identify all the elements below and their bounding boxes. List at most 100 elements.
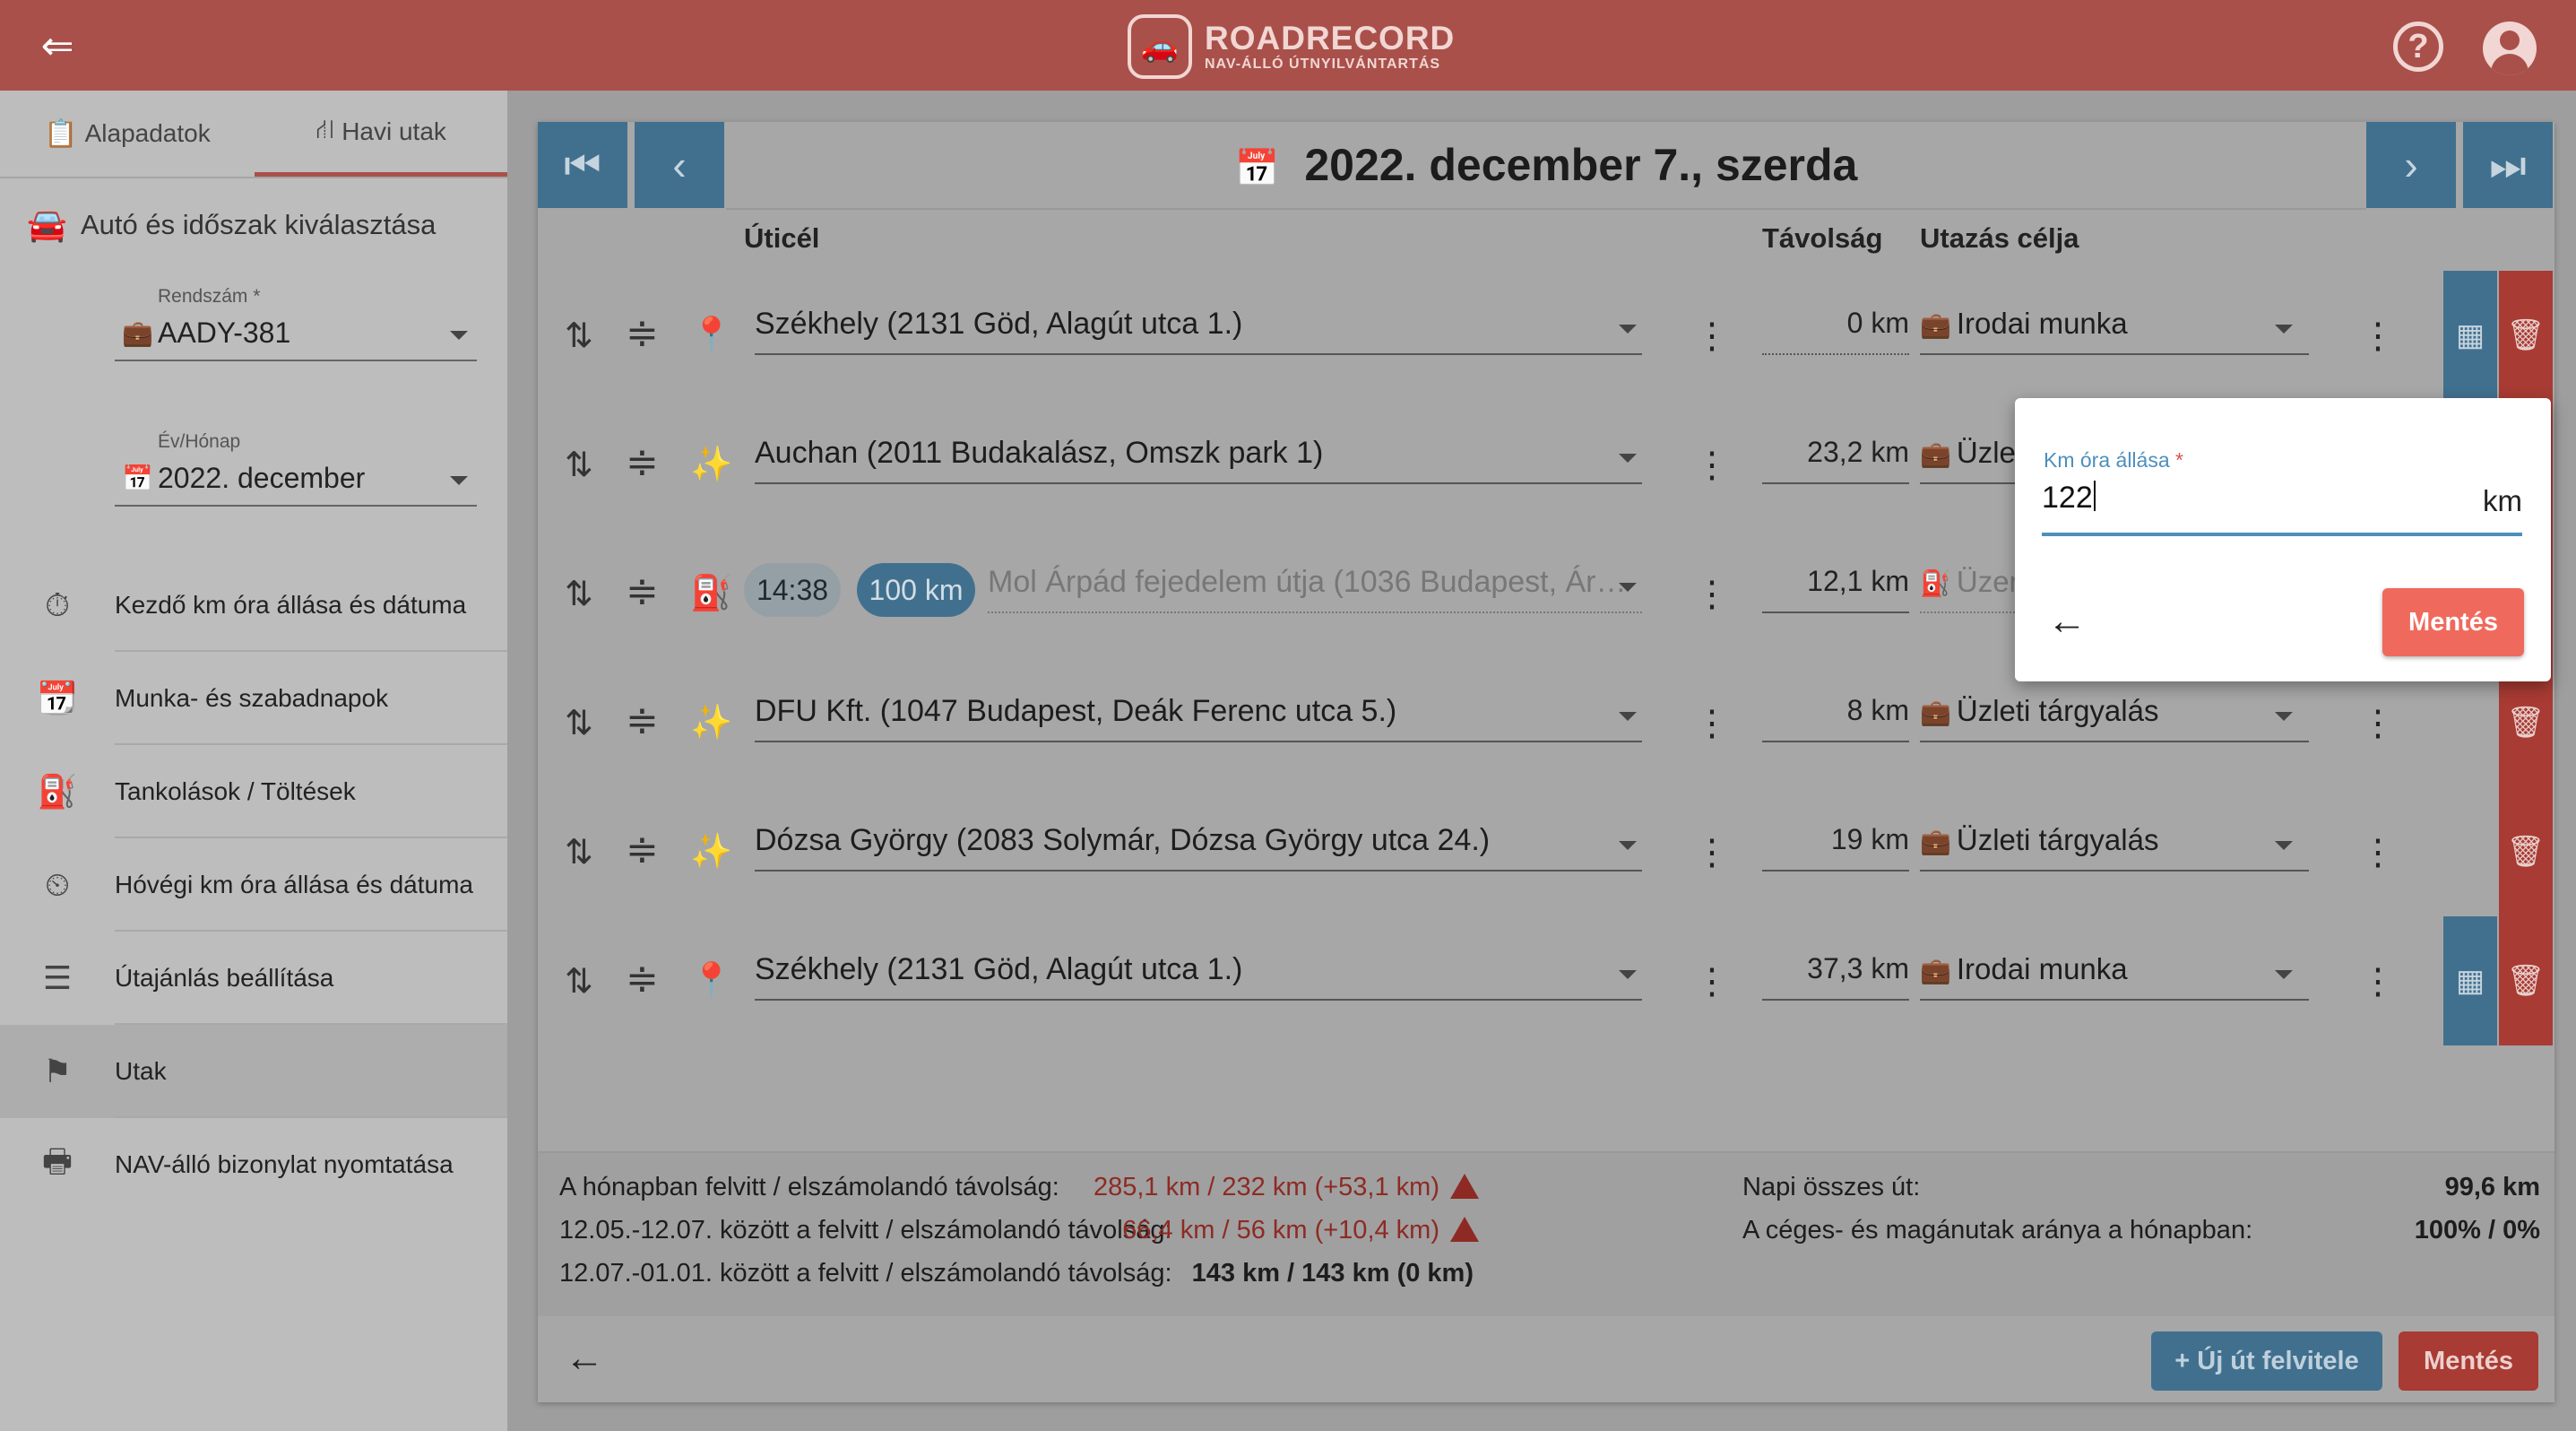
- more-icon[interactable]: ⋮: [2360, 832, 2396, 873]
- odometer-button[interactable]: ▦: [2443, 916, 2497, 1045]
- road-icon: ⛙: [316, 114, 335, 144]
- more-icon[interactable]: ⋮: [1694, 316, 1730, 357]
- back-arrow-icon[interactable]: ←: [2047, 599, 2087, 644]
- last-day-button[interactable]: ⏭: [2463, 122, 2553, 208]
- delete-button[interactable]: 🗑: [2499, 271, 2553, 400]
- sidebar-item-route-settings[interactable]: ☰ Útajánlás beállítása: [0, 932, 507, 1025]
- purpose-value: Üzleti tárgyalás: [1956, 694, 2159, 727]
- delete-button[interactable]: 🗑: [2499, 787, 2553, 916]
- required-mark: *: [2175, 448, 2183, 472]
- destination-select[interactable]: Székhely (2131 Göd, Alagút utca 1.): [755, 952, 1642, 1001]
- more-icon[interactable]: ⋮: [2360, 703, 2396, 744]
- destination-select[interactable]: Székhely (2131 Göd, Alagút utca 1.): [755, 307, 1642, 355]
- chevron-down-icon: [2275, 841, 2293, 850]
- date-header: 📅 2022. december 7., szerda: [726, 122, 2366, 210]
- odometer-input[interactable]: 122: [2042, 481, 2522, 536]
- sidebar-item-end-odometer[interactable]: ⏲ Hóvégi km óra állása és dátuma: [0, 838, 507, 932]
- split-icon[interactable]: ≑: [626, 827, 659, 872]
- sidebar-item-trips[interactable]: ⚑ Utak: [0, 1025, 507, 1118]
- refuel-km-chip[interactable]: 100 km: [857, 563, 975, 617]
- distance-field[interactable]: 37,3 km: [1762, 952, 1909, 1001]
- chevron-down-icon: [1619, 325, 1637, 334]
- tab-havi-utak[interactable]: ⛙ Havi utak: [255, 91, 507, 177]
- section-car-period: 🚘 Autó és időszak kiválasztása: [0, 180, 507, 270]
- brand-name: ROADRECORD: [1205, 20, 1456, 56]
- distance-field[interactable]: 8 km: [1762, 694, 1909, 742]
- delete-button[interactable]: 🗑: [2499, 916, 2553, 1045]
- dialog-save-button[interactable]: Mentés: [2382, 588, 2524, 656]
- split-icon[interactable]: ≑: [626, 568, 659, 614]
- destination-value: Auchan (2011 Budakalász, Omszk park 1): [755, 436, 1324, 470]
- calendar-icon: 📅: [1234, 149, 1280, 188]
- more-icon[interactable]: ⋮: [1694, 703, 1730, 744]
- odometer-button[interactable]: ▦: [2443, 271, 2497, 400]
- more-icon[interactable]: ⋮: [2360, 961, 2396, 1002]
- month-select[interactable]: 📅 Év/Hónap 2022. december: [115, 428, 477, 507]
- distance-field[interactable]: 23,2 km: [1762, 436, 1909, 484]
- save-button[interactable]: Mentés: [2399, 1331, 2538, 1391]
- split-icon[interactable]: ≑: [626, 956, 659, 1002]
- column-distance: Távolság: [1762, 222, 1883, 254]
- fuel-icon: ⛽: [1920, 569, 1951, 597]
- plate-value: AADY-381: [158, 317, 291, 349]
- next-day-button[interactable]: ›: [2366, 122, 2456, 208]
- back-arrow-icon[interactable]: ←: [565, 1336, 604, 1381]
- first-day-button[interactable]: ⏮: [538, 122, 627, 208]
- destination-select[interactable]: Auchan (2011 Budakalász, Omszk park 1): [755, 436, 1642, 484]
- split-icon[interactable]: ≑: [626, 698, 659, 743]
- more-icon[interactable]: ⋮: [1694, 574, 1730, 615]
- distance-field[interactable]: 0 km: [1762, 307, 1909, 355]
- more-icon[interactable]: ⋮: [1694, 832, 1730, 873]
- column-purpose: Utazás célja: [1920, 222, 2079, 254]
- sidebar-item-workdays[interactable]: 📆 Munka- és szabadnapok: [0, 652, 507, 745]
- sidebar-item-start-odometer[interactable]: ⏱ Kezdő km óra állása és dátuma: [0, 559, 507, 652]
- destination-select[interactable]: Dózsa György (2083 Solymár, Dózsa György…: [755, 823, 1642, 872]
- swap-icon[interactable]: ⇅: [565, 703, 593, 743]
- purpose-select[interactable]: 💼 Irodai munka: [1920, 307, 2309, 355]
- purpose-select[interactable]: 💼 Irodai munka: [1920, 952, 2309, 1001]
- trip-row: ⇅ ≑ 📍 Székhely (2131 Göd, Alagút utca 1.…: [538, 271, 2554, 400]
- split-icon[interactable]: ≑: [626, 439, 659, 485]
- roadrecord-logo: 🚗 ROADRECORD NAV-ÁLLÓ ÚTNYILVÁNTARTÁS: [1128, 11, 1455, 82]
- odometer-label: Km óra állása *: [2044, 448, 2183, 473]
- chevron-down-icon: [1619, 841, 1637, 850]
- tab-label: Alapadatok: [84, 119, 211, 147]
- sidebar-item-label: Utak: [115, 1057, 167, 1085]
- split-icon[interactable]: ≑: [626, 310, 659, 356]
- plate-label: Rendszám *: [158, 286, 261, 307]
- warning-icon: [1450, 1217, 1479, 1242]
- prev-day-button[interactable]: ‹: [635, 122, 724, 208]
- odometer-end-icon: ⏲: [44, 865, 71, 903]
- collapse-menu-icon[interactable]: ⇐: [36, 25, 79, 68]
- more-icon[interactable]: ⋮: [1694, 961, 1730, 1002]
- swap-icon[interactable]: ⇅: [565, 961, 593, 1002]
- refuel-time-chip[interactable]: 14:38: [744, 563, 841, 617]
- swap-icon[interactable]: ⇅: [565, 574, 593, 614]
- tab-alapadatok[interactable]: 📋 Alapadatok: [0, 91, 255, 177]
- odometer-value: 122: [2042, 481, 2093, 515]
- chevron-down-icon: [1619, 970, 1637, 979]
- more-icon[interactable]: ⋮: [1694, 445, 1730, 486]
- swap-icon[interactable]: ⇅: [565, 316, 593, 356]
- briefcase-icon: 💼: [1920, 828, 1951, 855]
- new-trip-button[interactable]: + Új út felvitele: [2151, 1331, 2382, 1391]
- chevron-down-icon: [1619, 583, 1637, 592]
- destination-select[interactable]: Mol Árpád fejedelem útja (1036 Budapest,…: [988, 565, 1642, 613]
- swap-icon[interactable]: ⇅: [565, 832, 593, 872]
- purpose-select[interactable]: 💼Üzleti tárgyalás: [1920, 694, 2309, 742]
- distance-field[interactable]: 12,1 km: [1762, 565, 1909, 613]
- swap-icon[interactable]: ⇅: [565, 445, 593, 485]
- purpose-select[interactable]: 💼Üzleti tárgyalás: [1920, 823, 2309, 872]
- sidebar-item-print[interactable]: 🖶 NAV-álló bizonylat nyomtatása: [0, 1118, 507, 1211]
- account-icon[interactable]: [2483, 22, 2537, 75]
- month-distance-text: 285,1 km / 232 km (+53,1 km): [1093, 1173, 1439, 1201]
- destination-select[interactable]: DFU Kft. (1047 Budapest, Deák Ferenc utc…: [755, 694, 1642, 742]
- month-distance-label: A hónapban felvitt / elszámolandó távols…: [559, 1173, 1059, 1201]
- help-icon[interactable]: ?: [2393, 22, 2443, 72]
- distance-field[interactable]: 19 km: [1762, 823, 1909, 872]
- period2-distance-value: 143 km / 143 km (0 km): [1191, 1259, 1474, 1288]
- more-icon[interactable]: ⋮: [2360, 316, 2396, 357]
- plate-select[interactable]: 💼 Rendszám * AADY-381: [115, 282, 477, 361]
- location-pin-icon: 📍: [690, 962, 733, 1000]
- sidebar-item-refueling[interactable]: ⛽ Tankolások / Töltések: [0, 745, 507, 838]
